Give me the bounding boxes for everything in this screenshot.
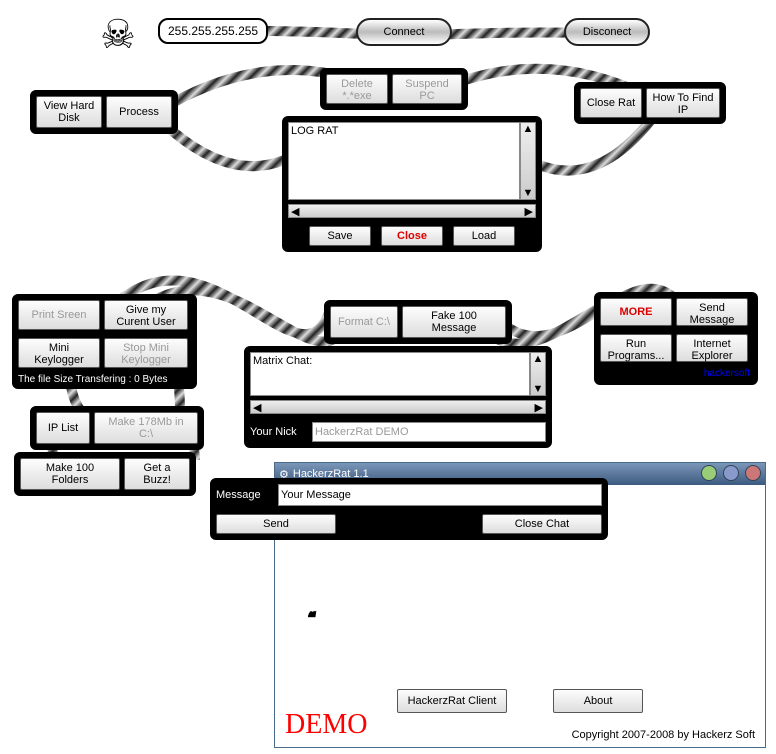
vertical-scrollbar[interactable]: ▲▼ (520, 122, 536, 200)
vertical-scrollbar[interactable]: ▲▼ (530, 352, 546, 396)
scroll-down-icon: ▼ (533, 383, 544, 395)
close-rat-button[interactable]: Close Rat (580, 88, 642, 118)
internet-explorer-button[interactable]: Internet Explorer (676, 334, 748, 362)
give-current-user-button[interactable]: Give my Curent User (104, 300, 188, 330)
format-c-button[interactable]: Format C:\ (330, 306, 398, 338)
disconnect-button[interactable]: Disconect (564, 18, 650, 46)
svg-text:The Bo$$: The Bo$$ (305, 607, 316, 616)
make-178mb-button[interactable]: Make 178Mb in C:\ (94, 412, 198, 444)
scroll-left-icon: ◀ (253, 401, 261, 414)
close-chat-button[interactable]: Close Chat (482, 514, 602, 534)
minimize-button[interactable] (701, 465, 717, 481)
hackerzrat-client-button[interactable]: HackerzRat Client (397, 689, 507, 713)
send-message-button[interactable]: Send Message (676, 298, 748, 326)
suspend-pc-button[interactable]: Suspend PC (392, 74, 462, 104)
close-log-button[interactable]: Close (381, 226, 443, 246)
stop-mini-keylogger-button[interactable]: Stop Mini Keylogger (104, 338, 188, 368)
scroll-down-icon: ▼ (523, 187, 534, 199)
skull-icon: ☠ (100, 12, 136, 58)
scroll-right-icon: ▶ (525, 205, 533, 218)
about-button[interactable]: About (553, 689, 643, 713)
mini-keylogger-button[interactable]: Mini Keylogger (18, 338, 100, 368)
ip-display: 255.255.255.255 (158, 18, 268, 44)
how-to-find-ip-button[interactable]: How To Find IP (646, 88, 720, 118)
view-hard-disk-button[interactable]: View Hard Disk (36, 96, 102, 128)
transfer-status: The file Size Transfering : 0 Bytes (14, 372, 195, 387)
make-100-folders-button[interactable]: Make 100 Folders (20, 458, 120, 490)
get-a-buzz-button[interactable]: Get a Buzz! (124, 458, 190, 490)
scroll-up-icon: ▲ (523, 123, 534, 135)
copyright-label: Copyright 2007-2008 by Hackerz Soft (572, 729, 755, 741)
hackersoft-link[interactable]: hackersoft (596, 366, 756, 383)
nick-input[interactable] (312, 422, 546, 442)
ip-list-button[interactable]: IP List (36, 412, 90, 444)
run-programs-button[interactable]: Run Programs... (600, 334, 672, 362)
matrix-chat-textarea[interactable]: Matrix Chat: (250, 352, 530, 396)
delete-exe-button[interactable]: Delete *.*exe (326, 74, 388, 104)
maximize-button[interactable] (723, 465, 739, 481)
scroll-right-icon: ▶ (535, 401, 543, 414)
scroll-left-icon: ◀ (291, 205, 299, 218)
horizontal-scrollbar[interactable]: ◀▶ (250, 400, 546, 414)
scroll-up-icon: ▲ (533, 353, 544, 365)
send-button[interactable]: Send (216, 514, 336, 534)
log-rat-textarea[interactable]: LOG RAT (288, 122, 520, 200)
horizontal-scrollbar[interactable]: ◀▶ (288, 204, 536, 218)
your-nick-label: Your Nick (250, 426, 308, 438)
message-label: Message (216, 489, 274, 501)
close-window-button[interactable] (745, 465, 761, 481)
more-button[interactable]: MORE (600, 298, 672, 326)
fake-100-message-button[interactable]: Fake 100 Message (402, 306, 506, 338)
demo-label: DEMO (285, 709, 367, 741)
process-button[interactable]: Process (106, 96, 172, 128)
save-button[interactable]: Save (309, 226, 371, 246)
message-input[interactable] (278, 484, 602, 506)
connect-button[interactable]: Connect (356, 18, 452, 46)
print-screen-button[interactable]: Print Sreen (18, 300, 100, 330)
load-button[interactable]: Load (453, 226, 515, 246)
